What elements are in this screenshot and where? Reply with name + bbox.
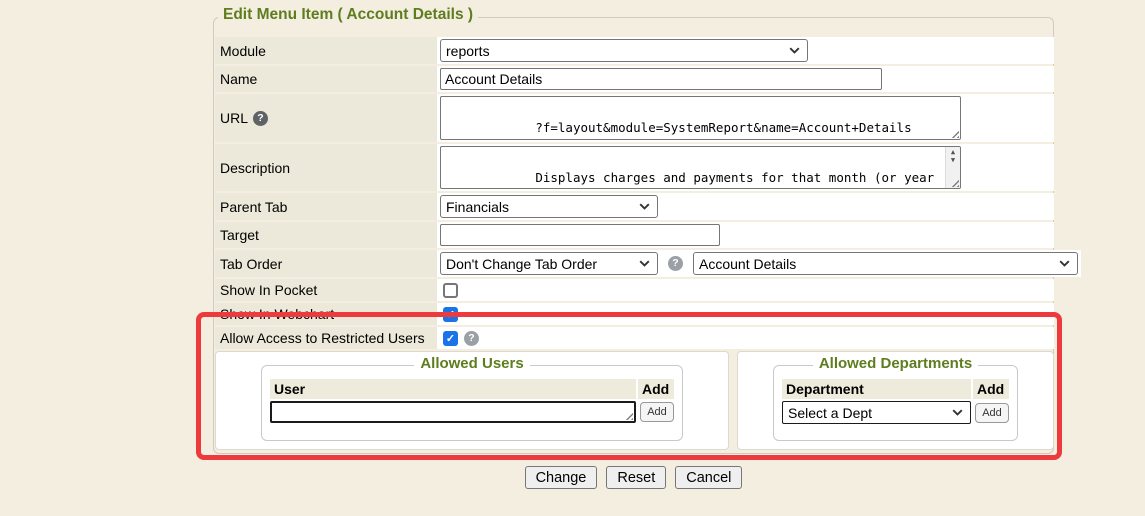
checkmark-icon: ✓	[446, 308, 455, 321]
module-label: Module	[215, 37, 437, 64]
allow-access-label: Allow Access to Restricted Users	[215, 327, 437, 349]
allowed-section: Allowed Users User Add	[215, 351, 1054, 450]
module-select[interactable]: reports	[440, 39, 808, 62]
row-allow-access: Allow Access to Restricted Users ✓ ?	[215, 327, 1054, 349]
target-input[interactable]	[440, 224, 720, 246]
row-url: URL ? ?f=layout&module=SystemReport&name…	[215, 94, 1054, 142]
reset-button[interactable]: Reset	[606, 466, 666, 489]
allowed-departments-legend: Allowed Departments	[813, 355, 978, 372]
show-in-webchart-checkbox[interactable]: ✓	[443, 307, 458, 322]
name-label: Name	[215, 66, 437, 92]
add-user-button[interactable]: Add	[640, 402, 674, 422]
url-help-icon[interactable]: ?	[253, 111, 268, 126]
row-parent-tab: Parent Tab Financials	[215, 193, 1054, 220]
url-textarea-value: ?f=layout&module=SystemReport&name=Accou…	[535, 120, 911, 135]
url-label-text: URL	[220, 110, 248, 126]
show-in-pocket-checkbox[interactable]	[443, 283, 458, 298]
change-button[interactable]: Change	[525, 466, 598, 489]
allowed-departments-table: Department Add Select a Dept Add	[782, 379, 1009, 424]
name-input[interactable]	[440, 68, 882, 90]
row-tab-order: Tab Order Don't Change Tab Order ? Accou…	[215, 250, 1054, 277]
row-description: Description Displays charges and payment…	[215, 144, 1054, 191]
allow-access-help-icon[interactable]: ?	[464, 331, 479, 346]
row-module: Module reports	[215, 37, 1054, 64]
module-select-value: reports	[446, 43, 490, 59]
department-column-header: Department	[782, 379, 971, 399]
allowed-users-legend: Allowed Users	[414, 355, 529, 372]
user-input[interactable]	[270, 401, 636, 423]
allowed-departments-cell: Allowed Departments Department Add Selec…	[737, 351, 1054, 450]
description-label: Description	[215, 144, 437, 191]
parent-tab-select[interactable]: Financials	[440, 195, 658, 218]
tab-order-select[interactable]: Don't Change Tab Order	[440, 252, 658, 275]
tab-order-item-select-value: Account Details	[699, 256, 796, 272]
form-rows: Module reports Name URL ?	[215, 37, 1054, 450]
scroll-up-icon[interactable]: ▲	[951, 148, 955, 156]
department-select-value: Select a Dept	[788, 405, 872, 421]
edit-menu-item-fieldset: Edit Menu Item ( Account Details ) Modul…	[213, 17, 1054, 454]
scroll-down-icon[interactable]: ▼	[951, 156, 955, 164]
parent-tab-label: Parent Tab	[215, 193, 437, 220]
row-show-in-pocket: Show In Pocket	[215, 279, 1054, 301]
chevron-down-icon	[789, 47, 800, 54]
tab-order-help-icon[interactable]: ?	[668, 256, 683, 271]
row-show-in-webchart: Show In Webchart ✓	[215, 303, 1054, 325]
action-buttons: Change Reset Cancel	[213, 466, 1054, 489]
add-column-header: Add	[973, 379, 1009, 399]
show-in-webchart-label: Show In Webchart	[215, 303, 437, 325]
tab-order-item-select[interactable]: Account Details	[693, 252, 1078, 275]
allowed-users-table: User Add Add	[270, 379, 674, 423]
add-column-header: Add	[638, 379, 674, 399]
allowed-users-cell: Allowed Users User Add	[215, 351, 729, 450]
description-textarea[interactable]: Displays charges and payments for that m…	[440, 146, 961, 189]
cancel-button[interactable]: Cancel	[675, 466, 742, 489]
chevron-down-icon	[639, 203, 650, 210]
show-in-pocket-label: Show In Pocket	[215, 279, 437, 301]
chevron-down-icon	[952, 409, 963, 416]
row-target: Target	[215, 222, 1054, 248]
description-textarea-value: Displays charges and payments for that m…	[445, 170, 942, 189]
tab-order-select-value: Don't Change Tab Order	[446, 256, 597, 272]
checkmark-icon: ✓	[446, 332, 455, 345]
allowed-departments-fieldset: Allowed Departments Department Add Selec…	[773, 365, 1018, 441]
allow-access-checkbox[interactable]: ✓	[443, 331, 458, 346]
page-title: Edit Menu Item ( Account Details )	[218, 6, 478, 24]
tab-order-label: Tab Order	[215, 250, 437, 277]
chevron-down-icon	[639, 260, 650, 267]
target-label: Target	[215, 222, 437, 248]
chevron-down-icon	[1059, 260, 1070, 267]
parent-tab-select-value: Financials	[446, 199, 509, 215]
allowed-users-fieldset: Allowed Users User Add	[261, 365, 683, 441]
edit-menu-item-page: Edit Menu Item ( Account Details ) Modul…	[0, 0, 1145, 516]
department-select[interactable]: Select a Dept	[782, 401, 971, 424]
url-label: URL ?	[215, 94, 437, 142]
resize-grip-icon[interactable]	[949, 128, 959, 138]
resize-grip-icon[interactable]	[623, 410, 633, 420]
url-textarea[interactable]: ?f=layout&module=SystemReport&name=Accou…	[440, 96, 961, 140]
row-name: Name	[215, 66, 1054, 92]
user-column-header: User	[270, 379, 636, 399]
add-department-button[interactable]: Add	[975, 403, 1009, 423]
